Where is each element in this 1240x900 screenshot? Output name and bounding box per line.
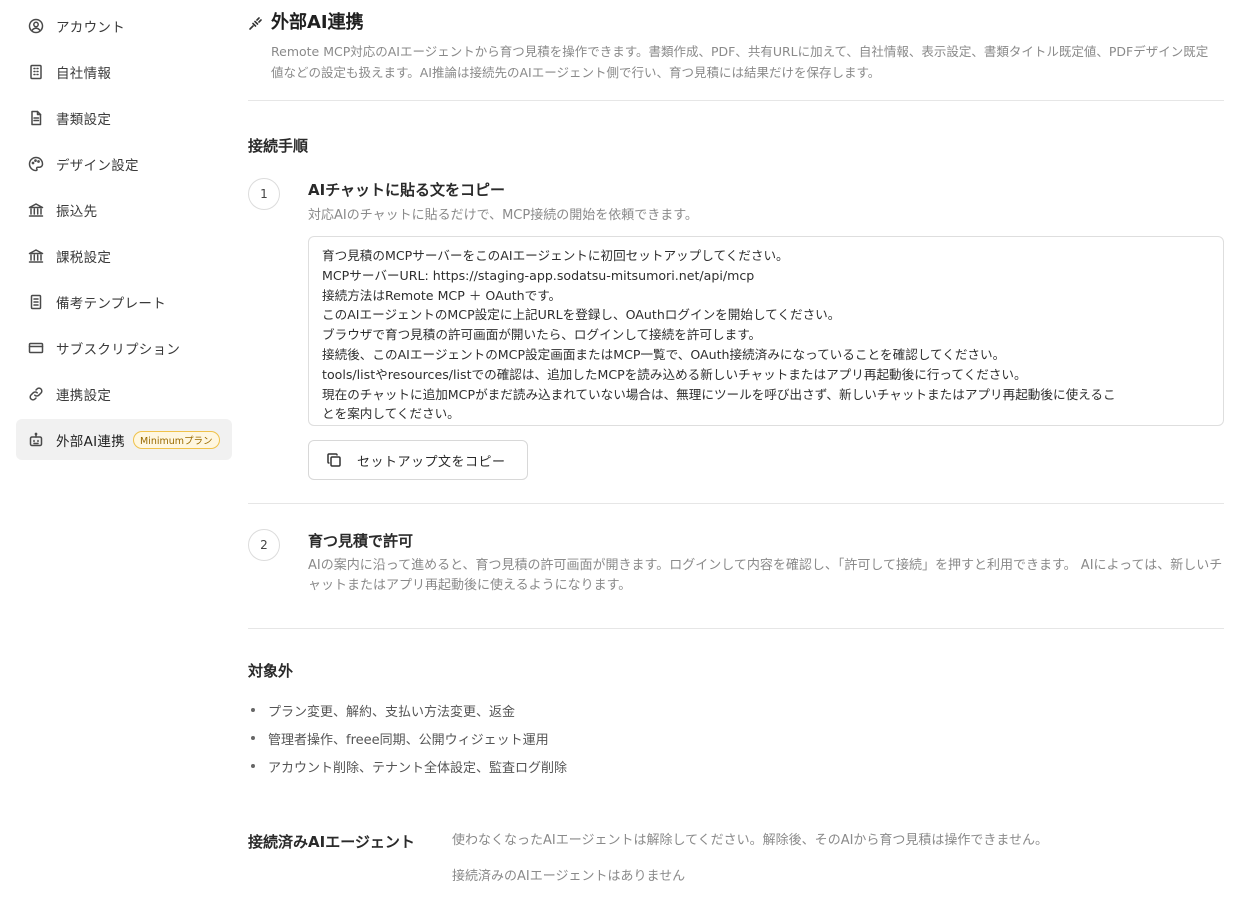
step-description: 対応AIのチャットに貼るだけで、MCP接続の開始を依頼できます。	[308, 208, 698, 223]
connected-agents-empty-message: 接続済みのAIエージェントはありません	[452, 869, 686, 884]
robot-icon	[28, 432, 44, 448]
document-icon	[28, 110, 44, 126]
setup-text-line: このAIエージェントのMCP設定に上記URLを登録し、OAuthログインを開始し…	[322, 307, 841, 323]
steps-section-title: 接続手順	[248, 137, 309, 155]
setup-text-box[interactable]: 育つ見積のMCPサーバーをこのAIエージェントに初回セットアップしてください。 …	[308, 236, 1224, 426]
user-circle-icon	[28, 18, 44, 34]
setup-text-line: 接続方法はRemote MCP ＋ OAuthです。	[322, 287, 562, 303]
plan-badge: Minimumプラン	[133, 430, 220, 449]
plug-icon	[248, 16, 262, 30]
step-title: AIチャットに貼る文をコピー	[308, 181, 506, 199]
setup-text-line: ブラウザで育つ見積の許可画面が開いたら、ログインして接続を許可します。	[322, 327, 762, 343]
list-item-text: アカウント削除、テナント全体設定、監査ログ削除	[268, 760, 568, 776]
setup-text-line: とを案内してください。	[322, 406, 460, 422]
setup-text-line: tools/listやresources/listでの確認は、追加したMCPを読…	[322, 366, 1027, 382]
sidebar-item-label: 振込先	[56, 203, 98, 220]
bullet-icon	[251, 736, 255, 740]
page-description: Remote MCP対応のAIエージェントから育つ見積を操作できます。書類作成、…	[271, 44, 1209, 80]
setup-text-line: 接続後、このAIエージェントのMCP設定画面またはMCP一覧で、OAuth接続済…	[322, 346, 1006, 362]
sidebar-item-label: 外部AI連携	[56, 433, 126, 450]
step-title: 育つ見積で許可	[308, 532, 414, 550]
bullet-icon	[251, 764, 255, 768]
sidebar-item-subscription[interactable]: サブスクリプション	[16, 327, 232, 368]
settings-sidebar: アカウント 自社情報 書類設定 デザイン設定 振込先 課税設定 備考テンプレート…	[16, 5, 232, 465]
excluded-section-title: 対象外	[248, 662, 294, 680]
sidebar-item-account[interactable]: アカウント	[16, 5, 232, 46]
step-description: AIの案内に沿って進めると、育つ見積の許可画面が開きます。ログインして内容を確認…	[308, 558, 1223, 593]
sidebar-item-external-ai[interactable]: 外部AI連携 Minimumプラン	[16, 419, 232, 460]
copy-button-label: セットアップ文をコピー	[357, 454, 506, 470]
sidebar-item-label: 自社情報	[56, 65, 112, 82]
sidebar-item-bank-account[interactable]: 振込先	[16, 189, 232, 230]
main-content: 外部AI連携 Remote MCP対応のAIエージェントから育つ見積を操作できま…	[248, 0, 1224, 884]
bank-icon	[28, 202, 44, 218]
sidebar-item-label: 書類設定	[56, 111, 112, 128]
bank-icon	[28, 248, 44, 264]
connected-agents-title: 接続済みAIエージェント	[248, 833, 415, 851]
sidebar-item-label: 備考テンプレート	[56, 295, 166, 312]
sidebar-item-integrations[interactable]: 連携設定	[16, 373, 232, 414]
list-item-text: プラン変更、解約、支払い方法変更、返金	[268, 704, 516, 720]
sidebar-item-document-settings[interactable]: 書類設定	[16, 97, 232, 138]
list-item: 管理者操作、freee同期、公開ウィジェット運用	[248, 724, 567, 752]
sidebar-item-label: デザイン設定	[56, 157, 139, 174]
copy-setup-text-button[interactable]: セットアップ文をコピー	[308, 440, 528, 480]
sidebar-item-label: 連携設定	[56, 387, 112, 404]
sidebar-item-design-settings[interactable]: デザイン設定	[16, 143, 232, 184]
bullet-icon	[251, 708, 255, 712]
copy-icon	[327, 453, 341, 467]
list-item: アカウント削除、テナント全体設定、監査ログ削除	[248, 752, 567, 780]
page-header: 外部AI連携 Remote MCP対応のAIエージェントから育つ見積を操作できま…	[248, 0, 1224, 101]
divider	[248, 503, 1224, 504]
setup-text-line: 育つ見積のMCPサーバーをこのAIエージェントに初回セットアップしてください。	[322, 248, 789, 263]
connected-agents-description: 使わなくなったAIエージェントは解除してください。解除後、そのAIから育つ見積は…	[452, 833, 1049, 848]
sidebar-item-notes-template[interactable]: 備考テンプレート	[16, 281, 232, 322]
excluded-list: プラン変更、解約、支払い方法変更、返金 管理者操作、freee同期、公開ウィジェ…	[248, 696, 567, 780]
credit-card-icon	[28, 340, 44, 356]
setup-text-line: 現在のチャットに追加MCPがまだ読み込まれていない場合は、無理にツールを呼び出さ…	[322, 386, 1116, 402]
building-icon	[28, 64, 44, 80]
sidebar-item-label: サブスクリプション	[56, 341, 181, 358]
sidebar-item-tax-settings[interactable]: 課税設定	[16, 235, 232, 276]
list-item-text: 管理者操作、freee同期、公開ウィジェット運用	[268, 732, 549, 748]
notes-icon	[28, 294, 44, 310]
divider	[248, 628, 1224, 629]
link-icon	[28, 386, 44, 402]
page-title: 外部AI連携	[271, 12, 364, 33]
step-number: 1	[248, 178, 280, 210]
sidebar-item-label: アカウント	[56, 19, 125, 36]
palette-icon	[28, 156, 44, 172]
list-item: プラン変更、解約、支払い方法変更、返金	[248, 696, 567, 724]
setup-text-line: MCPサーバーURL: https://staging-app.sodatsu-…	[322, 267, 755, 283]
step-number: 2	[248, 529, 280, 561]
sidebar-item-company-info[interactable]: 自社情報	[16, 51, 232, 92]
sidebar-item-label: 課税設定	[56, 249, 112, 266]
